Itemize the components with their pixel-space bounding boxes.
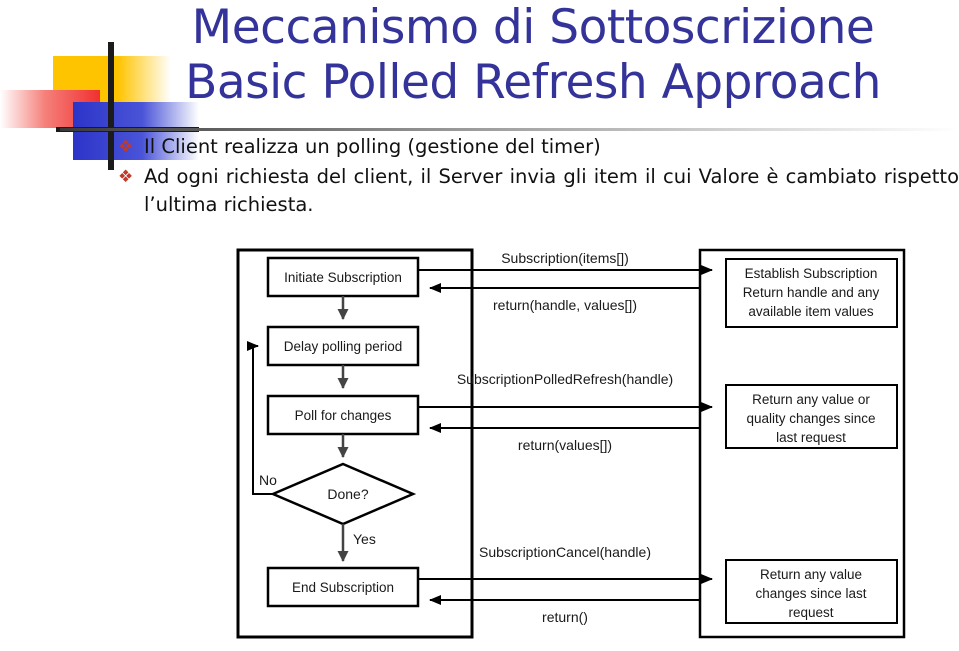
client-step-poll: Poll for changes (266, 394, 420, 436)
server-step-line: changes since last (755, 586, 866, 601)
message-label: return(values[]) (518, 437, 612, 453)
list-item: ❖ Il Client realizza un polling (gestion… (118, 133, 959, 161)
server-step-line: Return any value or (752, 392, 870, 407)
server-step-line: available item values (748, 304, 874, 319)
server-step-line: Return any value (760, 567, 862, 582)
server-step-changes: Return any value or quality changes sinc… (725, 384, 898, 449)
client-step-label: Delay polling period (284, 339, 403, 354)
server-step-line: last request (776, 430, 846, 445)
message-label: return(handle, values[]) (493, 297, 637, 313)
logo-red-square (0, 90, 100, 128)
server-step-line: request (788, 605, 833, 620)
page-title: Meccanismo di Sottoscrizione Basic Polle… (118, 0, 948, 110)
logo-vertical-bar (108, 42, 114, 170)
server-step-establish: Establish Subscription Return handle and… (725, 258, 898, 328)
server-step-line: Return handle and any (743, 285, 880, 300)
server-step-line: quality changes since (746, 411, 875, 426)
server-step-line: Establish Subscription (745, 266, 878, 281)
title-line-1: Meccanismo di Sottoscrizione (191, 0, 875, 55)
client-step-delay: Delay polling period (266, 325, 420, 367)
sequence-flowchart-diagram: Initiate Subscription Delay polling peri… (0, 232, 959, 651)
server-step-cancel: Return any value changes since last requ… (725, 559, 898, 624)
decision-done: Done? (269, 462, 417, 526)
diamond-bullet-icon: ❖ (118, 137, 134, 156)
list-item: ❖ Ad ogni richiesta del client, il Serve… (118, 163, 959, 219)
diamond-bullet-icon: ❖ (118, 167, 134, 186)
client-step-label: Initiate Subscription (284, 270, 402, 285)
bullet-list: ❖ Il Client realizza un polling (gestion… (118, 133, 959, 221)
decision-label: Done? (327, 486, 368, 502)
branch-label-yes: Yes (353, 531, 376, 547)
bullet-text: Ad ogni richiesta del client, il Server … (144, 165, 959, 216)
message-label: SubscriptionCancel(handle) (479, 544, 651, 560)
client-step-label: Poll for changes (295, 408, 392, 423)
message-label: SubscriptionPolledRefresh(handle) (457, 371, 673, 387)
title-divider (60, 128, 959, 131)
branch-label-no: No (259, 472, 277, 488)
client-step-end: End Subscription (266, 566, 420, 608)
title-line-2: Basic Polled Refresh Approach (185, 55, 881, 110)
message-label: return() (542, 609, 588, 625)
client-step-label: End Subscription (292, 580, 394, 595)
bullet-text: Il Client realizza un polling (gestione … (144, 135, 601, 158)
message-label: Subscription(items[]) (501, 250, 629, 266)
client-step-initiate: Initiate Subscription (266, 256, 420, 298)
